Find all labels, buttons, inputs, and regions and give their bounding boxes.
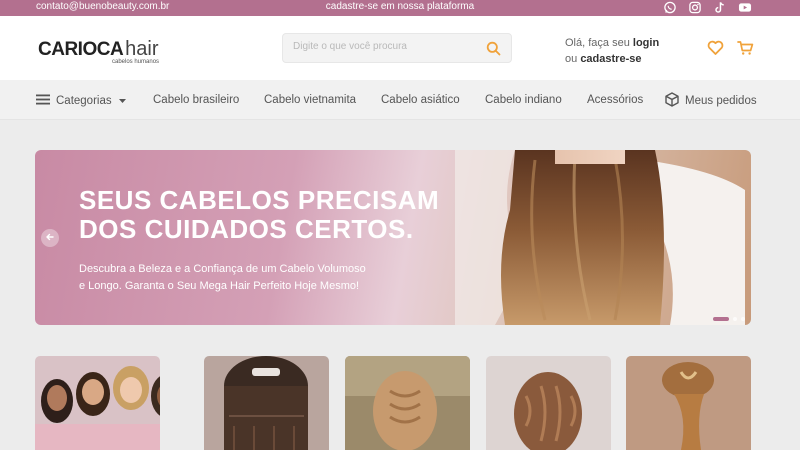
nav-item-acessorios[interactable]: Acessórios — [587, 94, 643, 106]
category-nav: Categorias Cabelo brasileiro Cabelo viet… — [0, 80, 800, 120]
carousel-dot[interactable] — [733, 317, 737, 321]
categories-menu[interactable]: Categorias — [36, 94, 127, 108]
nav-item-cabelo-asiatico[interactable]: Cabelo asiático — [381, 94, 460, 106]
hero-banner[interactable]: SEUS CABELOS PRECISAM DOS CUIDADOS CERTO… — [35, 150, 751, 325]
category-card-braids[interactable] — [345, 356, 470, 450]
account-links: Olá, faça seu login ou cadastre-se — [565, 35, 659, 67]
arrow-left-icon — [45, 229, 55, 247]
hero-title-line-1: SEUS CABELOS PRECISAM — [79, 185, 440, 215]
hero-title-line-2: DOS CUIDADOS CERTOS. — [79, 214, 414, 244]
caret-down-icon — [118, 95, 127, 107]
hero-text-line-1: Descubra a Beleza e a Confiança de um Ca… — [79, 263, 366, 275]
curly-hair-image — [486, 356, 611, 450]
search-icon[interactable] — [486, 41, 501, 61]
carousel-dots — [713, 317, 745, 321]
hair-extensions-image — [204, 356, 329, 450]
header-icons — [707, 40, 754, 61]
women-group-image — [35, 356, 160, 450]
instagram-icon[interactable] — [688, 1, 702, 14]
top-bar: contato@buenobeauty.com.br cadastre-se e… — [0, 0, 800, 16]
site-logo[interactable]: CARIOCA hair cabelos humanos — [38, 38, 159, 65]
carousel-dot[interactable] — [713, 317, 729, 321]
nav-item-cabelo-vietnamita[interactable]: Cabelo vietnamita — [264, 94, 356, 106]
social-links — [663, 1, 752, 14]
category-cards — [35, 356, 751, 450]
tiktok-icon[interactable] — [713, 1, 727, 14]
ponytail-image — [626, 356, 751, 450]
package-icon — [665, 92, 679, 110]
site-header: CARIOCA hair cabelos humanos Olá, faça s… — [0, 16, 800, 80]
heart-icon[interactable] — [707, 40, 724, 61]
nav-item-cabelo-brasileiro[interactable]: Cabelo brasileiro — [153, 94, 239, 106]
whatsapp-icon[interactable] — [663, 1, 677, 14]
register-link[interactable]: cadastre-se — [580, 53, 641, 65]
nav-item-cabelo-indiano[interactable]: Cabelo indiano — [485, 94, 562, 106]
hero-description: Descubra a Beleza e a Confiança de um Ca… — [79, 261, 409, 295]
cart-icon[interactable] — [737, 40, 754, 61]
carousel-prev-button[interactable] — [41, 229, 59, 247]
logo-sub: hair — [125, 38, 159, 60]
categories-label: Categorias — [56, 95, 112, 107]
logo-main: CARIOCA — [38, 39, 124, 60]
category-card-extensions[interactable] — [204, 356, 329, 450]
my-orders-link[interactable]: Meus pedidos — [665, 92, 757, 110]
account-greeting: Olá, faça seu — [565, 37, 630, 49]
category-card-curly[interactable] — [486, 356, 611, 450]
search-input[interactable] — [293, 41, 473, 52]
logo-tagline: cabelos humanos — [112, 59, 160, 65]
hero-hair-image — [455, 150, 745, 325]
account-or: ou — [565, 53, 578, 65]
login-link[interactable]: login — [633, 37, 659, 49]
menu-icon — [36, 94, 50, 108]
my-orders-label: Meus pedidos — [685, 95, 757, 107]
hero-title: SEUS CABELOS PRECISAM DOS CUIDADOS CERTO… — [79, 186, 439, 244]
youtube-icon[interactable] — [738, 1, 752, 14]
braided-hair-image — [345, 356, 470, 450]
category-card-ponytail[interactable] — [626, 356, 751, 450]
category-card-women[interactable] — [35, 356, 160, 450]
hero-text-line-2: e Longo. Garanta o Seu Mega Hair Perfeit… — [79, 280, 360, 292]
search-box — [282, 33, 512, 63]
carousel-dot[interactable] — [741, 317, 745, 321]
